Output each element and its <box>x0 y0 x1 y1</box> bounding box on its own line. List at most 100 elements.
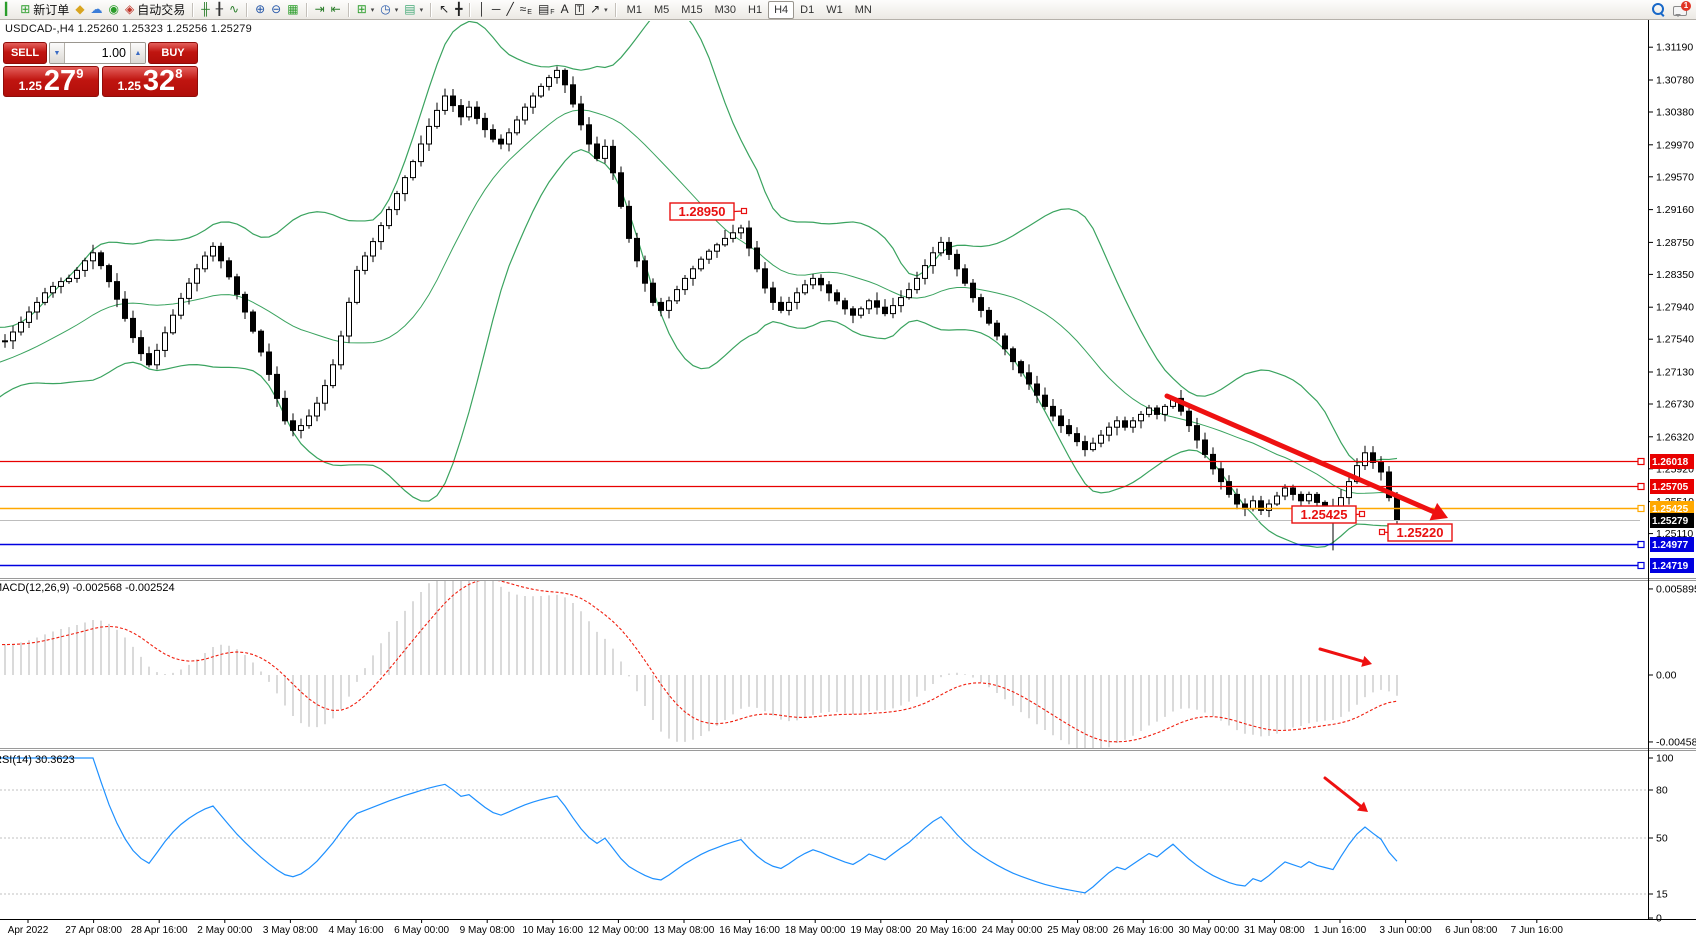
candle-body <box>939 242 944 252</box>
elliott-wave-icon: ≈ <box>520 1 527 18</box>
timeframe-mn-button[interactable]: MN <box>849 1 878 19</box>
candle-body <box>475 107 480 118</box>
price-annotation[interactable]: 1.25220 <box>1380 524 1453 541</box>
price-badge-label: 1.24719 <box>1652 561 1689 572</box>
candlestick-chart-button[interactable]: ╂ <box>213 1 226 18</box>
candle-body <box>187 283 192 298</box>
chart-shift-button[interactable]: ⇤ <box>328 1 344 18</box>
candle-body <box>483 118 488 129</box>
sell-price-display[interactable]: 1.25 27 9 <box>3 66 99 97</box>
timeframe-h4-button[interactable]: H4 <box>768 1 794 19</box>
line-anchor-square[interactable] <box>1638 459 1644 465</box>
horizontal-line-button[interactable]: ─ <box>489 1 504 18</box>
trendline-button[interactable]: ╱ <box>503 1 516 18</box>
candle-body <box>387 210 392 226</box>
timeframe-h1-button[interactable]: H1 <box>742 1 768 19</box>
mt4-window: { "colors":{ "band_green":"#3aa35f","red… <box>0 0 1696 939</box>
time-tick-label: 18 May 00:00 <box>785 925 846 936</box>
auto-scroll-button[interactable]: ⇥ <box>312 1 328 18</box>
volume-decrease-icon[interactable]: ▼ <box>50 43 65 63</box>
timeframe-m5-button[interactable]: M5 <box>648 1 675 19</box>
crosshair-button[interactable]: ╋ <box>452 1 465 18</box>
price-tick-label: 1.28350 <box>1656 269 1694 281</box>
candle-body <box>771 288 776 302</box>
timeframe-m15-button[interactable]: M15 <box>675 1 708 19</box>
candle-body <box>579 104 584 125</box>
signal-button[interactable]: ◉ <box>106 1 122 18</box>
templates-icon: ▤ <box>404 1 415 18</box>
timeframe-d1-button[interactable]: D1 <box>794 1 820 19</box>
line-anchor-square[interactable] <box>1638 542 1644 548</box>
candlestick-chart-icon: ╂ <box>216 1 223 18</box>
clipped-button[interactable]: ▎ <box>2 1 17 18</box>
search-icon[interactable] <box>1652 3 1665 16</box>
candle-body <box>699 259 704 269</box>
candle-body <box>1107 427 1112 435</box>
zoom-out-button[interactable]: ⊖ <box>268 1 284 18</box>
pane-separator <box>0 748 1696 749</box>
indicators-icon: ⊞ <box>357 1 367 18</box>
time-tick-label: 10 May 16:00 <box>522 925 583 936</box>
time-tick-label: 24 May 00:00 <box>982 925 1043 936</box>
timeframe-m30-button[interactable]: M30 <box>709 1 742 19</box>
candle-body <box>11 332 16 341</box>
price-badge-label: 1.25279 <box>1652 516 1689 527</box>
one-click-trade-panel: SELL ▼ 1.00 ▲ BUY 1.25 27 9 1.25 32 8 <box>3 42 198 97</box>
buy-price-big: 32 <box>143 70 175 94</box>
templates-button[interactable]: ▤▾ <box>401 1 426 18</box>
support-button[interactable]: ☁ <box>88 1 106 18</box>
candle-body <box>299 426 304 431</box>
vertical-line-button[interactable]: │ <box>475 1 489 18</box>
zoom-in-button[interactable]: ⊕ <box>252 1 268 18</box>
chat-notification-icon[interactable]: 1 <box>1673 4 1688 16</box>
gold-bar-button[interactable]: ◆ <box>72 1 87 18</box>
sell-button[interactable]: SELL <box>3 42 47 64</box>
candle-body <box>1083 442 1088 450</box>
candle-body <box>131 318 136 337</box>
line-chart-button[interactable]: ∿ <box>226 1 242 18</box>
time-tick-label: 28 Apr 16:00 <box>131 925 188 936</box>
price-annotation[interactable]: 1.25425 <box>1292 506 1365 523</box>
buy-price-display[interactable]: 1.25 32 8 <box>102 66 198 97</box>
time-tick-label: 12 May 00:00 <box>588 925 649 936</box>
new-order-button[interactable]: ⊞新订单 <box>17 1 72 18</box>
candle-body <box>707 251 712 259</box>
arrows-button[interactable]: ↗▾ <box>587 1 611 18</box>
timeframe-w1-button[interactable]: W1 <box>820 1 849 19</box>
chart-canvas[interactable]: 1.311901.307801.303801.299701.295701.291… <box>0 0 1696 939</box>
candle-body <box>91 253 96 261</box>
line-anchor-square[interactable] <box>1638 484 1644 490</box>
timeframe-m1-button[interactable]: M1 <box>621 1 648 19</box>
candle-body <box>1043 395 1048 406</box>
buy-button[interactable]: BUY <box>148 42 198 64</box>
line-anchor-square[interactable] <box>1638 563 1644 569</box>
time-tick-label: 2 May 00:00 <box>197 925 252 936</box>
autotrade-button[interactable]: ◈自动交易 <box>122 1 188 18</box>
annotation-anchor-square <box>1380 530 1385 535</box>
price-badge-label: 1.26018 <box>1652 457 1689 468</box>
fibonacci-button[interactable]: ▤F <box>535 1 558 18</box>
cursor-button[interactable]: ↖ <box>436 1 452 18</box>
candle-body <box>291 421 296 431</box>
text-label-button[interactable]: T <box>572 1 588 18</box>
candle-body <box>83 261 88 271</box>
candle-body <box>1291 488 1296 494</box>
candle-body <box>147 354 152 365</box>
volume-increase-icon[interactable]: ▲ <box>130 43 145 63</box>
line-anchor-square[interactable] <box>1638 506 1644 512</box>
bar-chart-button[interactable]: ╫ <box>198 1 213 18</box>
candle-body <box>243 294 248 312</box>
elliott-wave-button[interactable]: ≈E <box>517 1 535 18</box>
candle-body <box>947 242 952 254</box>
candle-body <box>683 278 688 289</box>
candle-body <box>219 246 224 260</box>
volume-input[interactable]: 1.00 <box>65 43 130 63</box>
candle-body <box>1019 362 1024 373</box>
tile-windows-button[interactable]: ▦ <box>284 1 301 18</box>
periods-button[interactable]: ◷▾ <box>377 1 401 18</box>
candle-body <box>1059 416 1064 426</box>
indicators-button[interactable]: ⊞▾ <box>354 1 378 18</box>
candle-body <box>875 301 880 307</box>
time-tick-label: 1 Jun 16:00 <box>1314 925 1367 936</box>
text-button[interactable]: A <box>558 1 572 18</box>
